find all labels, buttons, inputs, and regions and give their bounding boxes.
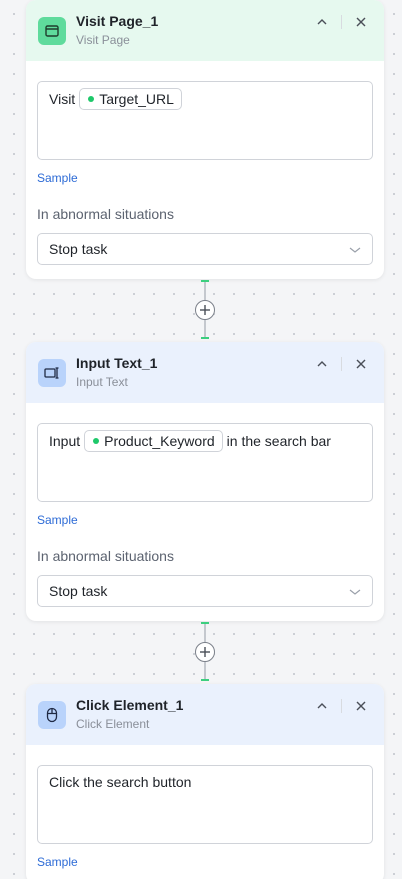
divider [341,699,342,713]
select-value: Stop task [49,241,108,257]
variable-name: Product_Keyword [104,433,215,449]
chevron-down-icon [349,583,361,599]
variable-dot-icon [88,96,95,102]
step-subtitle: Input Text [76,375,128,389]
collapse-chevron-up-icon[interactable] [313,697,331,715]
step-title: Click Element_1 [76,697,184,713]
connector-line [204,662,206,679]
mouse-icon [38,701,66,729]
add-step-button[interactable] [195,642,215,662]
step-title: Input Text_1 [76,355,158,371]
collapse-chevron-up-icon[interactable] [313,13,331,31]
variable-dot-icon [93,438,100,444]
sample-link[interactable]: Sample [37,171,78,185]
step-card-input-text[interactable]: Input Text_1 Input Text Input Product_Ke… [26,342,384,621]
sample-link[interactable]: Sample [37,855,78,869]
step-card-header[interactable]: Visit Page_1 Visit Page [26,0,384,61]
step-instruction-field[interactable]: Visit Target_URL [37,81,373,160]
connector-cap [201,679,209,681]
close-icon[interactable] [352,355,370,373]
divider [341,15,342,29]
step-card-header[interactable]: Click Element_1 Click Element [26,684,384,745]
instruction-text: Input [49,433,81,449]
step-subtitle: Visit Page [76,33,130,47]
browser-window-icon [38,17,66,45]
step-card-visit-page[interactable]: Visit Page_1 Visit Page Visit Target_URL… [26,0,384,279]
plus-icon [200,647,210,657]
connector-line [204,624,206,642]
step-card-header[interactable]: Input Text_1 Input Text [26,342,384,403]
add-step-button[interactable] [195,300,215,320]
connector-line [204,320,206,337]
variable-chip[interactable]: Product_Keyword [84,430,223,452]
step-instruction-field[interactable]: Input Product_Keyword in the search bar [37,423,373,502]
connector-cap [201,337,209,339]
variable-chip[interactable]: Target_URL [79,88,182,110]
step-connector [195,280,215,341]
plus-icon [200,305,210,315]
instruction-text: in the search bar [226,433,331,449]
select-value: Stop task [49,583,108,599]
instruction-text: Click the search button [49,774,192,790]
abnormal-situations-label: In abnormal situations [37,206,174,222]
abnormal-handling-select[interactable]: Stop task [37,575,373,607]
step-subtitle: Click Element [76,717,150,731]
close-icon[interactable] [352,697,370,715]
divider [341,357,342,371]
close-icon[interactable] [352,13,370,31]
step-instruction-field[interactable]: Click the search button [37,765,373,844]
step-connector [195,622,215,683]
abnormal-handling-select[interactable]: Stop task [37,233,373,265]
connector-line [204,282,206,300]
variable-name: Target_URL [99,91,174,107]
abnormal-situations-label: In abnormal situations [37,548,174,564]
chevron-down-icon [349,241,361,257]
sample-link[interactable]: Sample [37,513,78,527]
keyboard-input-icon [38,359,66,387]
instruction-text: Visit [49,91,76,107]
step-title: Visit Page_1 [76,13,159,29]
collapse-chevron-up-icon[interactable] [313,355,331,373]
step-card-click-element[interactable]: Click Element_1 Click Element Click the … [26,684,384,879]
